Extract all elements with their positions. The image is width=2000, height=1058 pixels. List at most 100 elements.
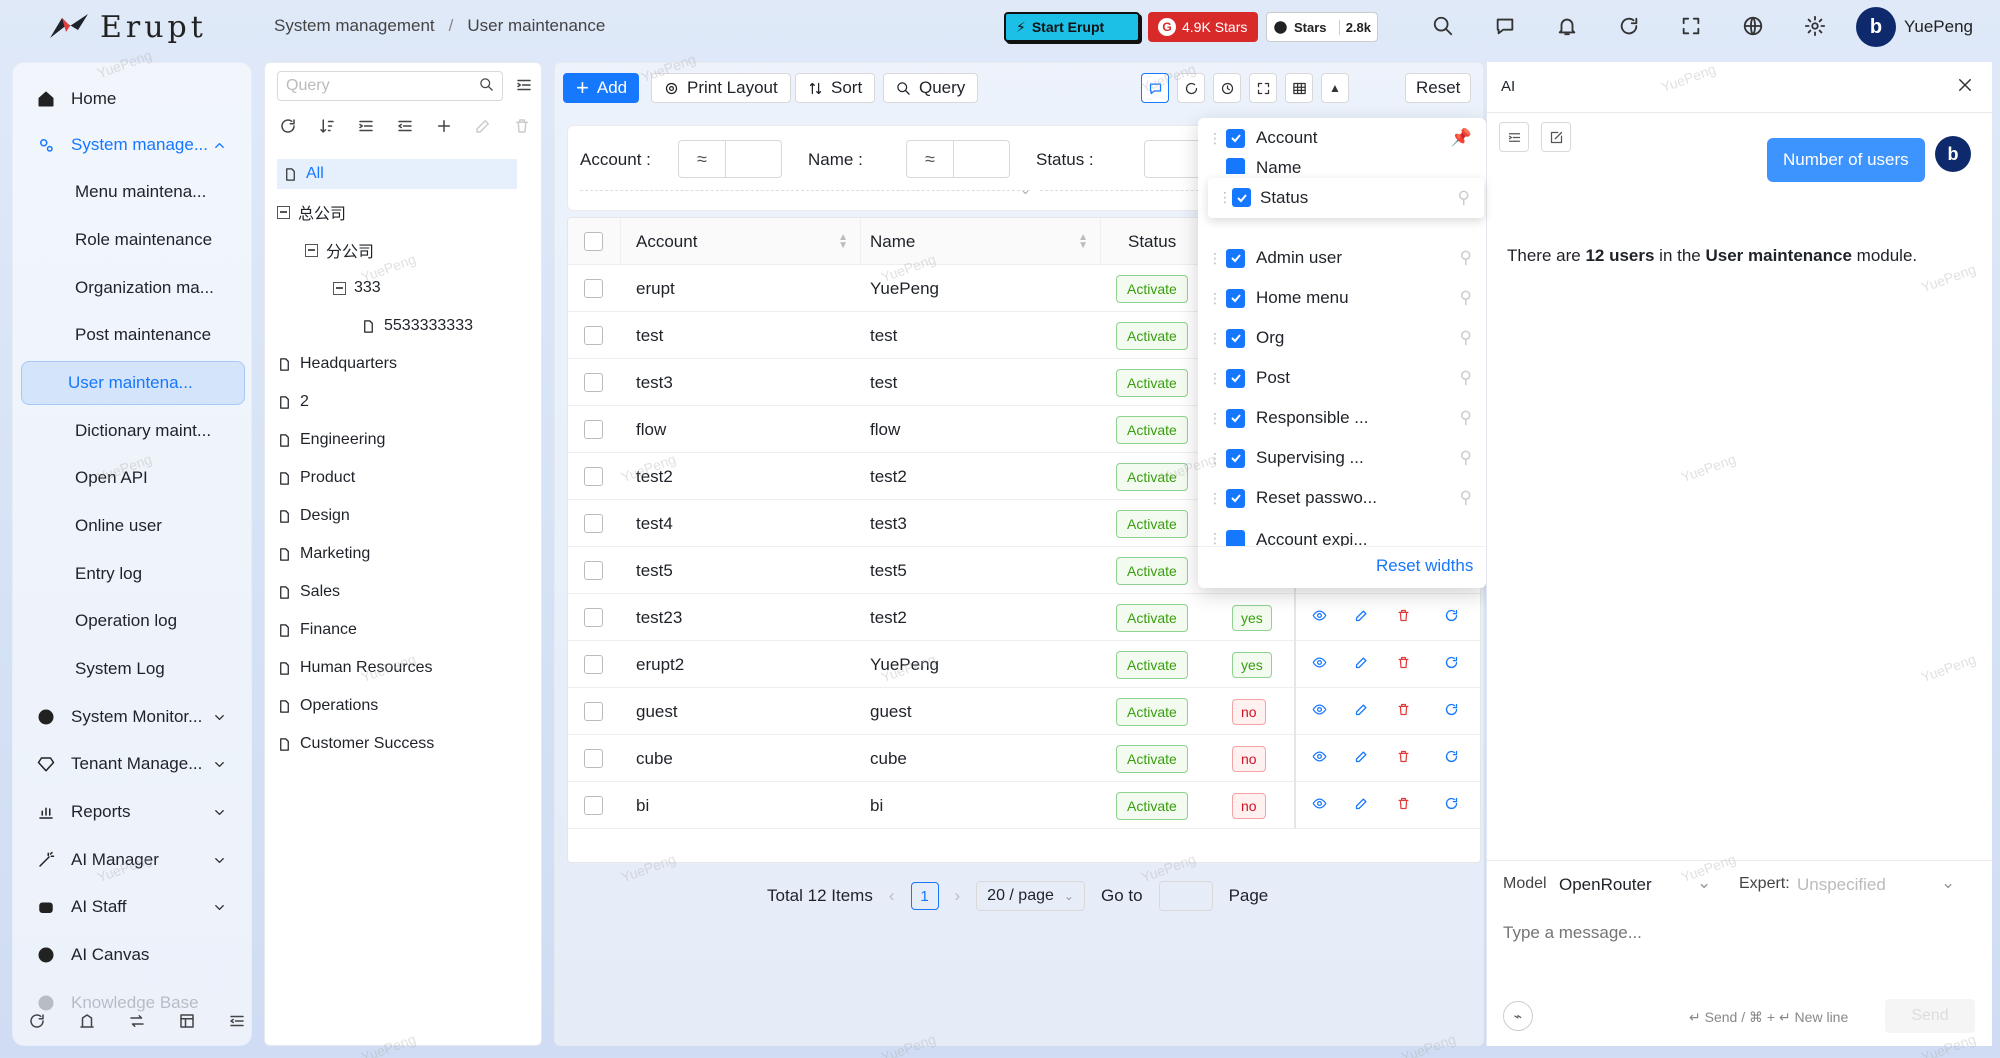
message-input[interactable] [1503,923,1963,943]
chevron-down-icon[interactable]: ⌄ [1697,873,1711,893]
column-item-responsible[interactable]: ⋮⋮ Responsible ... ⚲ [1198,398,1486,438]
tree-node[interactable]: Marketing [277,539,370,569]
sidebar-item-entry-log[interactable]: Entry log [21,552,245,596]
refresh-icon[interactable] [279,117,297,135]
eye-icon[interactable] [1312,608,1327,623]
column-checkbox[interactable] [1226,368,1245,388]
sidebar-item-ai-staff[interactable]: AI Staff [21,885,245,929]
row-checkbox[interactable] [584,608,603,627]
tree-node[interactable]: Operations [277,691,378,721]
trash-icon[interactable] [1396,702,1411,717]
breadcrumb-system[interactable]: System management [274,16,435,36]
prev-page-icon[interactable]: ‹ [889,886,895,906]
table-row[interactable]: guest guest Activate no [568,688,1480,735]
table-row[interactable]: erupt2 YuePeng Activate yes [568,641,1480,688]
column-item-post[interactable]: ⋮⋮ Post ⚲ [1198,358,1486,398]
row-checkbox[interactable] [584,655,603,674]
page-1-button[interactable]: 1 [910,882,939,910]
edit-icon[interactable] [474,117,492,135]
column-item-account-expiry[interactable]: ⋮⋮ Account expi... [1198,518,1486,546]
column-item-admin-user[interactable]: ⋮⋮ Admin user ⚲ [1198,238,1486,278]
chevron-down-icon[interactable]: ⌄ [1941,873,1955,893]
trash-icon[interactable] [1396,796,1411,811]
tree-node[interactable]: Engineering [277,425,385,455]
gitee-stars-button[interactable]: G 4.9K Stars [1148,12,1258,42]
table-row[interactable]: cube cube Activate no [568,735,1480,782]
collapse-toggle-icon[interactable] [305,243,318,257]
expand-tree-icon[interactable] [357,117,375,135]
row-checkbox[interactable] [584,279,603,298]
collapse-tree-icon[interactable] [396,117,414,135]
start-erupt-button[interactable]: ⚡ Start Erupt [1004,12,1140,42]
collapse-toggle-icon[interactable] [333,281,346,295]
tree-node[interactable]: Headquarters [277,349,397,379]
pin-icon[interactable]: 📌 [1451,128,1472,148]
row-checkbox[interactable] [584,514,603,533]
column-checkbox[interactable] [1232,188,1251,207]
row-checkbox[interactable] [584,420,603,439]
column-item-name[interactable]: Name [1198,146,1486,174]
sidebar-item-post[interactable]: Post maintenance [21,313,245,357]
table-row[interactable]: test23 test2 Activate yes [568,594,1480,641]
edit-icon[interactable] [1354,749,1369,764]
dragging-column-item-status[interactable]: ⋮⋮ Status ⚲ [1208,178,1484,218]
globe-icon[interactable] [1742,15,1764,37]
row-checkbox[interactable] [584,796,603,815]
sidebar-item-user[interactable]: User maintena... [21,361,245,405]
reset-button[interactable]: Reset [1405,73,1472,103]
sort-arrows-icon[interactable]: ▲▼ [838,232,848,250]
eye-icon[interactable] [1312,796,1327,811]
tree-node-all[interactable]: All [277,159,517,189]
column-checkbox[interactable] [1226,288,1245,308]
select-all-checkbox[interactable] [584,232,603,251]
sidebar-item-reports[interactable]: Reports [21,790,245,834]
github-stars-button[interactable]: Stars 2.8k [1266,12,1378,42]
sidebar-item-organization[interactable]: Organization ma... [21,266,245,310]
ai-new-chat-button[interactable] [1541,122,1571,152]
fullscreen-icon[interactable] [1680,15,1702,37]
next-page-icon[interactable]: › [955,886,961,906]
chevron-down-icon[interactable]: ⌄ [1020,182,1031,198]
column-item-home-menu[interactable]: ⋮⋮ Home menu ⚲ [1198,278,1486,318]
refresh-icon[interactable] [1618,15,1640,37]
sidebar-item-home[interactable]: Home [21,77,245,121]
gear-icon[interactable] [1804,15,1826,37]
column-checkbox[interactable] [1226,328,1245,348]
plus-icon[interactable] [435,117,453,135]
eye-icon[interactable] [1312,655,1327,670]
column-item-org[interactable]: ⋮⋮ Org ⚲ [1198,318,1486,358]
reset-widths-link[interactable]: Reset widths [1376,556,1473,576]
filter-operator-select[interactable]: ≈ [906,140,954,178]
sidebar-item-system-monitor[interactable]: System Monitor... [21,695,245,739]
add-button[interactable]: + Add [563,73,639,103]
sidebar-item-ai-manager[interactable]: AI Manager [21,838,245,882]
tree-node[interactable]: Product [277,463,355,493]
sort-button[interactable]: Sort [795,73,876,103]
sidebar-item-ai-canvas[interactable]: AI Canvas [21,933,245,977]
edit-icon[interactable] [1354,655,1369,670]
pin-icon[interactable]: ⚲ [1460,248,1472,268]
reload-button[interactable] [1177,73,1205,103]
row-checkbox[interactable] [584,373,603,392]
column-checkbox[interactable] [1226,488,1245,508]
table-row[interactable]: bi bi Activate no [568,782,1480,829]
query-button[interactable]: Query [883,73,979,103]
goto-page-input[interactable] [1158,881,1213,911]
row-checkbox[interactable] [584,749,603,768]
sidebar-item-dictionary[interactable]: Dictionary maint... [21,409,245,453]
reset-password-icon[interactable] [1444,749,1459,764]
tree-node[interactable]: 333 [333,273,381,303]
filter-name-input[interactable] [954,140,1010,178]
sidebar-item-system-management[interactable]: System manage... [21,123,245,167]
edit-icon[interactable] [1354,796,1369,811]
reset-password-icon[interactable] [1444,702,1459,717]
tree-node[interactable]: 5533333333 [361,311,473,341]
close-icon[interactable] [1956,76,1974,94]
sidebar-item-tenant[interactable]: Tenant Manage... [21,742,245,786]
bell-icon[interactable] [1556,15,1578,37]
column-checkbox[interactable] [1226,158,1245,174]
tree-search-input[interactable]: Query [277,71,503,101]
pin-icon[interactable]: ⚲ [1460,288,1472,308]
tree-node[interactable]: Human Resources [277,653,433,683]
column-checkbox[interactable] [1226,448,1245,468]
